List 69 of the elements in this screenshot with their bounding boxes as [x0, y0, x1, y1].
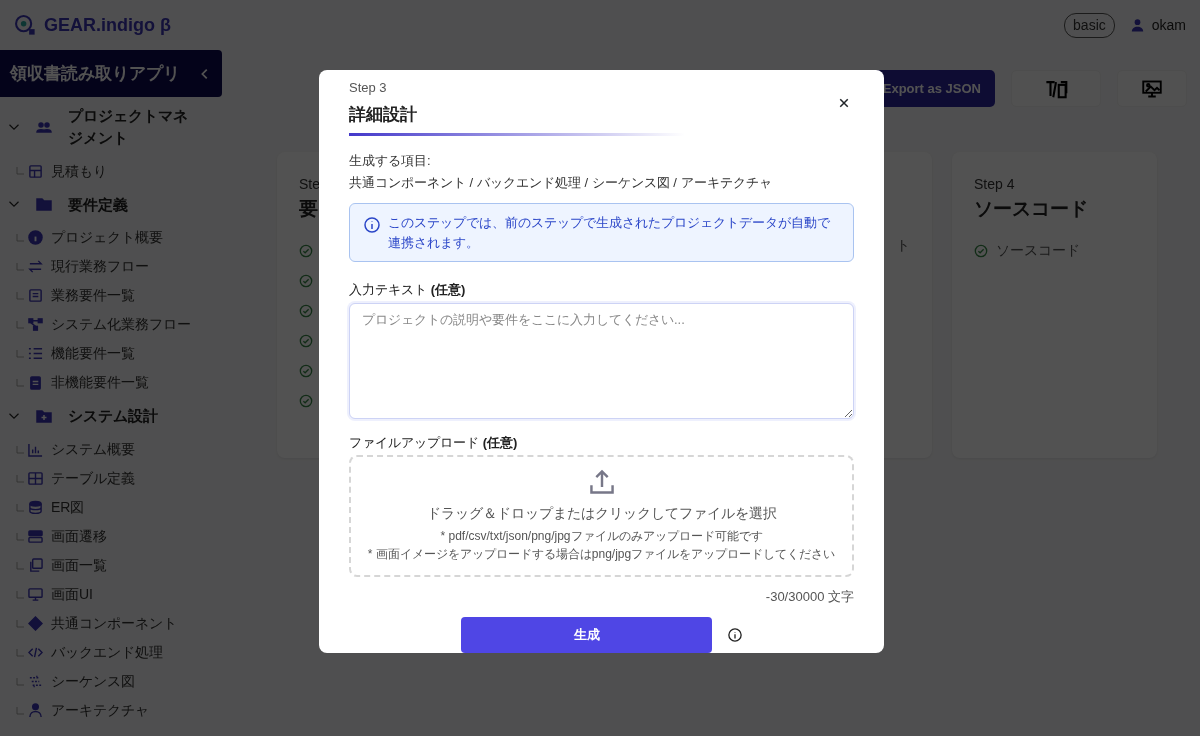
- sidebar-item[interactable]: テーブル定義: [0, 464, 222, 493]
- info-icon: [728, 627, 742, 642]
- sidebar-item[interactable]: 画面遷移: [0, 522, 222, 551]
- folder-icon: [36, 196, 52, 213]
- bar-chart-icon: [28, 442, 43, 457]
- list-icon: [28, 288, 43, 304]
- diamond-icon: [28, 616, 43, 631]
- clipboard-icon: [28, 375, 43, 391]
- info-text: このステップでは、前のステップで生成されたプロジェクトデータが自動で連携されます。: [388, 214, 831, 252]
- folder-plus-icon: [36, 408, 52, 425]
- sidebar-item[interactable]: 見積もり: [0, 156, 222, 186]
- drop-zone-prompt: ドラッグ＆ドロップまたはクリックしてファイルを選択: [426, 504, 777, 524]
- user-name[interactable]: okam: [1151, 14, 1186, 36]
- modal-title: 詳細設計: [349, 103, 417, 126]
- sidebar-item[interactable]: 画面UI: [0, 580, 222, 609]
- code-icon: [28, 645, 43, 660]
- copy-icon: [28, 558, 43, 573]
- items-heading: 生成する項目:: [349, 152, 432, 170]
- sequence-icon: [28, 674, 43, 689]
- upload-note: * pdf/csv/txt/json/png/jpgファイルのみアップロード可能です: [440, 528, 763, 546]
- close-icon: [838, 96, 850, 109]
- sidebar-item[interactable]: システム化業務フロー: [0, 310, 222, 340]
- step-label: Step 4: [974, 175, 1015, 194]
- app-logo-text: GEAR.indigo β: [44, 13, 171, 37]
- field-label: ファイルアップロード (任意): [349, 433, 519, 452]
- info-icon: [28, 230, 43, 246]
- sidebar-group[interactable]: プロジェクトマネジメント: [0, 97, 222, 157]
- step-title: 要: [299, 197, 318, 221]
- step-label: Step 3: [349, 79, 388, 97]
- file-drop-zone[interactable]: ドラッグ＆ドロップまたはクリックしてファイルを選択 * pdf/csv/txt/json/png/jpgファイルのみアップロード可能です * 画面イメージをアップロードする場合はpng/jpgファイルをアップロードしてください: [349, 455, 854, 578]
- image-monitor-icon: [1142, 79, 1162, 100]
- info-icon: [364, 217, 380, 234]
- grid-icon: [28, 163, 43, 179]
- sidebar-item[interactable]: バックエンド処理: [0, 638, 222, 667]
- sidebar-item[interactable]: 画面一覧: [0, 551, 222, 580]
- input-textarea[interactable]: プロジェクトの説明や要件をここに入力してください...: [349, 302, 854, 419]
- table-icon: [28, 471, 43, 486]
- person-icon: [28, 703, 43, 718]
- generate-button[interactable]: 生成: [461, 616, 712, 653]
- sidebar-group[interactable]: 要件定義: [0, 185, 222, 224]
- field-label: 入力テキスト (任意): [349, 281, 467, 300]
- sidebar-item[interactable]: プロジェクト概要: [0, 223, 222, 253]
- generated-items-text: 共通コンポーネント / バックエンド処理 / シーケンス図 / アーキテクチャ: [349, 173, 773, 192]
- character-counter: -30/30000 文字: [764, 588, 854, 607]
- sidebar-group[interactable]: システム設計: [0, 397, 222, 435]
- plan-label: basic: [1064, 12, 1115, 38]
- flow-icon: [28, 317, 43, 333]
- upload-note: * 画面イメージをアップロードする場合はpng/jpgファイルをアップロードしてください: [367, 545, 836, 563]
- sidebar-item[interactable]: 非機能要件一覧: [0, 368, 222, 398]
- sidebar-item[interactable]: 業務要件一覧: [0, 281, 222, 311]
- step-label: Ste: [299, 175, 320, 194]
- user-icon: [1130, 18, 1144, 32]
- step-title: ソースコード: [974, 197, 1088, 221]
- sidebar-item[interactable]: システム概要: [0, 435, 222, 464]
- sidebar-item[interactable]: 現行業務フロー: [0, 252, 222, 282]
- layout-icon: [28, 529, 43, 544]
- sidebar-item[interactable]: アーキテクチャ: [0, 696, 222, 725]
- upload-icon: [588, 469, 615, 496]
- checklist-icon: [28, 346, 43, 362]
- sidebar-item[interactable]: ER図: [0, 493, 222, 522]
- sidebar-item[interactable]: 機能要件一覧: [0, 339, 222, 369]
- swap-arrows-icon: [28, 259, 43, 275]
- project-title-bar[interactable]: 領収書読み取りアプリ: [0, 50, 222, 97]
- sidebar-item[interactable]: シーケンス図: [0, 667, 222, 696]
- project-name: 領収書読み取りアプリ: [10, 62, 180, 85]
- sidebar-item[interactable]: 共通コンポーネント: [0, 609, 222, 638]
- logo-icon: [14, 14, 36, 36]
- monitor-icon: [28, 587, 43, 602]
- database-icon: [28, 500, 43, 515]
